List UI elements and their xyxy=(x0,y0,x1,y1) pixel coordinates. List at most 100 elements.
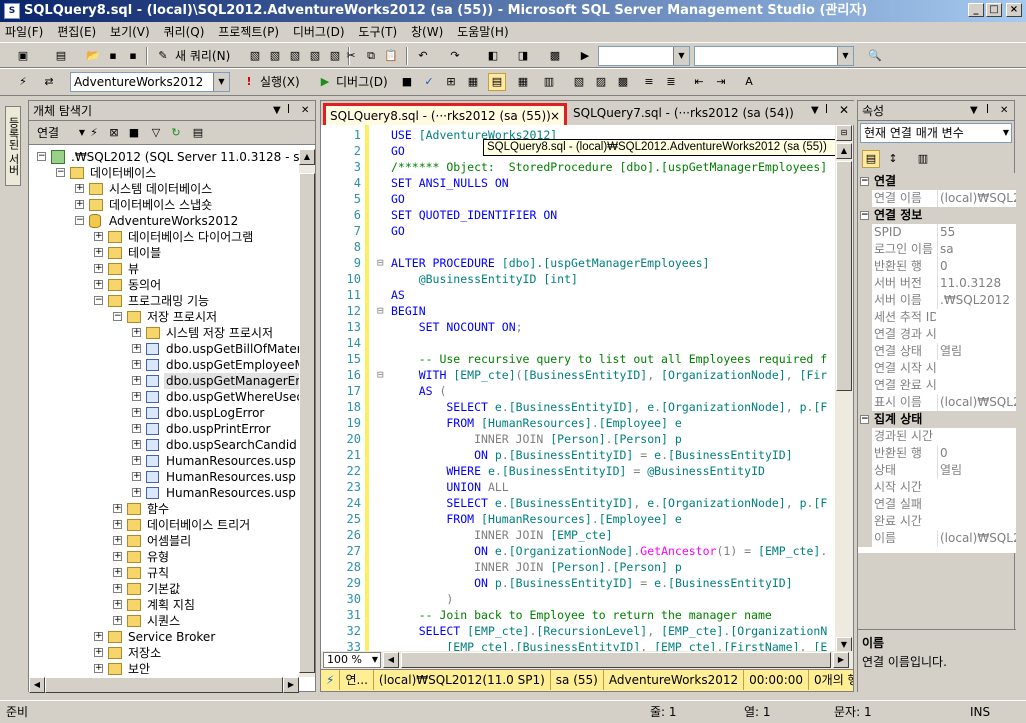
scroll-thumb[interactable] xyxy=(401,652,831,668)
client-stats-icon[interactable]: ▨ xyxy=(592,73,610,91)
tree-node[interactable]: + 시스템 데이터베이스 xyxy=(29,181,299,197)
connect-object-explorer-icon[interactable]: ⚡ xyxy=(85,124,103,142)
property-row[interactable]: 연결 이름 (local)₩SQL2 xyxy=(858,190,1016,207)
collapse-icon[interactable]: − xyxy=(94,296,103,305)
tree-node[interactable]: + 기본값 xyxy=(29,581,299,597)
connect-icon[interactable]: ⚡ xyxy=(14,73,32,91)
tree-node[interactable]: + HumanResources.usp xyxy=(29,469,299,485)
mining-query-icon[interactable]: ▧ xyxy=(286,47,304,65)
screenshot-icon[interactable]: ▩ xyxy=(546,47,564,65)
connect-dropdown-button[interactable]: 연결 xyxy=(37,125,59,141)
object-explorer-details-icon[interactable]: ▤ xyxy=(189,124,207,142)
paste-icon[interactable]: 📋 xyxy=(382,47,400,65)
property-row[interactable]: 연결 상태 열림 xyxy=(858,343,1016,360)
scroll-right-icon[interactable]: ▶ xyxy=(833,652,849,668)
tree-node[interactable]: − .₩SQL2012 (SQL Server 11.0.3128 - sa) xyxy=(29,149,299,165)
menu-query[interactable]: 쿼리(Q) xyxy=(159,22,210,42)
tree-node[interactable]: + dbo.uspSearchCandid xyxy=(29,437,299,453)
property-row[interactable]: 연결 시작 시간 xyxy=(858,360,1016,377)
specify-template-values-icon[interactable]: A xyxy=(740,73,758,91)
tree-node[interactable]: − 데이터베이스 xyxy=(29,165,299,181)
property-row[interactable]: 경과된 시간 xyxy=(858,428,1016,445)
property-row[interactable]: 반환된 행 0 xyxy=(858,445,1016,462)
tree-node[interactable]: + dbo.uspGetEmployeeM xyxy=(29,357,299,373)
tree-node[interactable]: + 동의어 xyxy=(29,277,299,293)
split-icon[interactable]: ⊟ xyxy=(836,125,852,141)
uncomment-icon[interactable]: ≣ xyxy=(662,73,680,91)
collapse-icon[interactable]: − xyxy=(37,152,46,161)
change-connection-icon[interactable]: ⇄ xyxy=(40,73,58,91)
expand-icon[interactable]: + xyxy=(113,568,122,577)
sql-code-area[interactable]: USE [AdventureWorks2012] GO/****** Object… xyxy=(371,125,833,653)
tree-node[interactable]: − 저장 프로시저 xyxy=(29,309,299,325)
pane-close-icon[interactable]: ✕ xyxy=(1000,101,1008,121)
tree-node[interactable]: + 데이터베이스 스냅숏 xyxy=(29,197,299,213)
expand-icon[interactable]: + xyxy=(132,424,141,433)
include-plan-icon[interactable]: ▧ xyxy=(570,73,588,91)
fold-toggle-icon[interactable]: ⊟ xyxy=(377,367,384,383)
scroll-thumb[interactable] xyxy=(836,161,852,391)
scroll-thumb[interactable] xyxy=(45,677,283,693)
fold-toggle-icon[interactable]: ⊟ xyxy=(377,303,384,319)
mdx-query-icon[interactable]: ▧ xyxy=(306,47,324,65)
cancel-query-icon[interactable]: ■ xyxy=(398,73,416,91)
expand-icon[interactable]: + xyxy=(94,280,103,289)
collapse-icon[interactable]: − xyxy=(860,177,869,186)
property-row[interactable]: 세션 추적 ID xyxy=(858,309,1016,326)
categorized-icon[interactable]: ▤ xyxy=(862,150,880,168)
tree-node[interactable]: + HumanResources.usp xyxy=(29,453,299,469)
database-dropdown[interactable]: AdventureWorks2012 ▼ xyxy=(70,72,230,92)
stop-icon[interactable]: ■ xyxy=(125,124,143,142)
query-designer-icon[interactable]: ▦ xyxy=(464,73,482,91)
execute-button[interactable]: 실행(X) xyxy=(260,74,300,90)
tab-close-icon[interactable]: × xyxy=(550,106,560,126)
property-category[interactable]: − 연결 xyxy=(858,173,1016,190)
scroll-left-icon[interactable]: ◀ xyxy=(29,677,45,693)
property-pages-icon[interactable]: ▥ xyxy=(914,150,932,168)
new-query-icon[interactable]: ✎ xyxy=(154,47,172,65)
expand-icon[interactable]: + xyxy=(75,200,84,209)
navigate-back-icon[interactable]: ◧ xyxy=(484,47,502,65)
increase-indent-icon[interactable]: ⇥ xyxy=(712,73,730,91)
property-category[interactable]: − 집계 상태 xyxy=(858,411,1016,428)
expand-icon[interactable]: + xyxy=(113,536,122,545)
tree-node[interactable]: + 어셈블리 xyxy=(29,533,299,549)
maximize-button[interactable]: □ xyxy=(986,3,1002,17)
property-row[interactable]: 연결 완료 시간 xyxy=(858,377,1016,394)
copy-icon[interactable]: ⧉ xyxy=(362,47,380,65)
save-all-icon[interactable]: ▪ xyxy=(124,47,142,65)
expand-icon[interactable]: + xyxy=(94,232,103,241)
new-query-button[interactable]: 새 쿼리(N) xyxy=(175,48,230,64)
db-engine-query-icon[interactable]: ▧ xyxy=(246,47,264,65)
save-icon[interactable]: ▪ xyxy=(104,47,122,65)
scroll-up-icon[interactable]: ▲ xyxy=(299,149,315,165)
tree-node[interactable]: + 규칙 xyxy=(29,565,299,581)
display-plan-icon[interactable]: ⊞ xyxy=(442,73,460,91)
expand-icon[interactable]: + xyxy=(132,456,141,465)
expand-icon[interactable]: + xyxy=(94,648,103,657)
registered-servers-tab[interactable]: 등록된 서버 xyxy=(5,106,21,186)
filter-icon[interactable]: ▽ xyxy=(147,124,165,142)
tree-node[interactable]: + 유형 xyxy=(29,549,299,565)
alphabetical-icon[interactable]: ↕ xyxy=(884,150,902,168)
expand-icon[interactable]: + xyxy=(113,616,122,625)
pin-icon[interactable]: ꟾ xyxy=(986,101,989,121)
minimize-button[interactable]: _ xyxy=(968,3,984,17)
parse-icon[interactable]: ✓ xyxy=(420,73,438,91)
property-row[interactable]: 표시 이름 (local)₩SQL2 xyxy=(858,394,1016,411)
tree-node[interactable]: + 보안 xyxy=(29,661,299,677)
expand-icon[interactable]: + xyxy=(132,344,141,353)
tree-node[interactable]: + dbo.uspLogError xyxy=(29,405,299,421)
pin-icon[interactable]: ꟾ xyxy=(287,101,290,121)
expand-icon[interactable]: + xyxy=(132,376,141,385)
pin-icon[interactable]: ꟾ xyxy=(825,105,828,116)
results-to-text-icon[interactable]: ▤ xyxy=(488,73,506,91)
expand-icon[interactable]: + xyxy=(132,440,141,449)
menu-window[interactable]: 창(W) xyxy=(406,22,448,42)
tree-node[interactable]: + 데이터베이스 다이어그램 xyxy=(29,229,299,245)
results-to-grid-icon[interactable]: ▦ xyxy=(514,73,532,91)
tree-node[interactable]: + 저장소 xyxy=(29,645,299,661)
expand-icon[interactable]: + xyxy=(132,472,141,481)
tree-node[interactable]: + Service Broker xyxy=(29,629,299,645)
editor-close-icon[interactable]: ✕ xyxy=(839,103,849,117)
